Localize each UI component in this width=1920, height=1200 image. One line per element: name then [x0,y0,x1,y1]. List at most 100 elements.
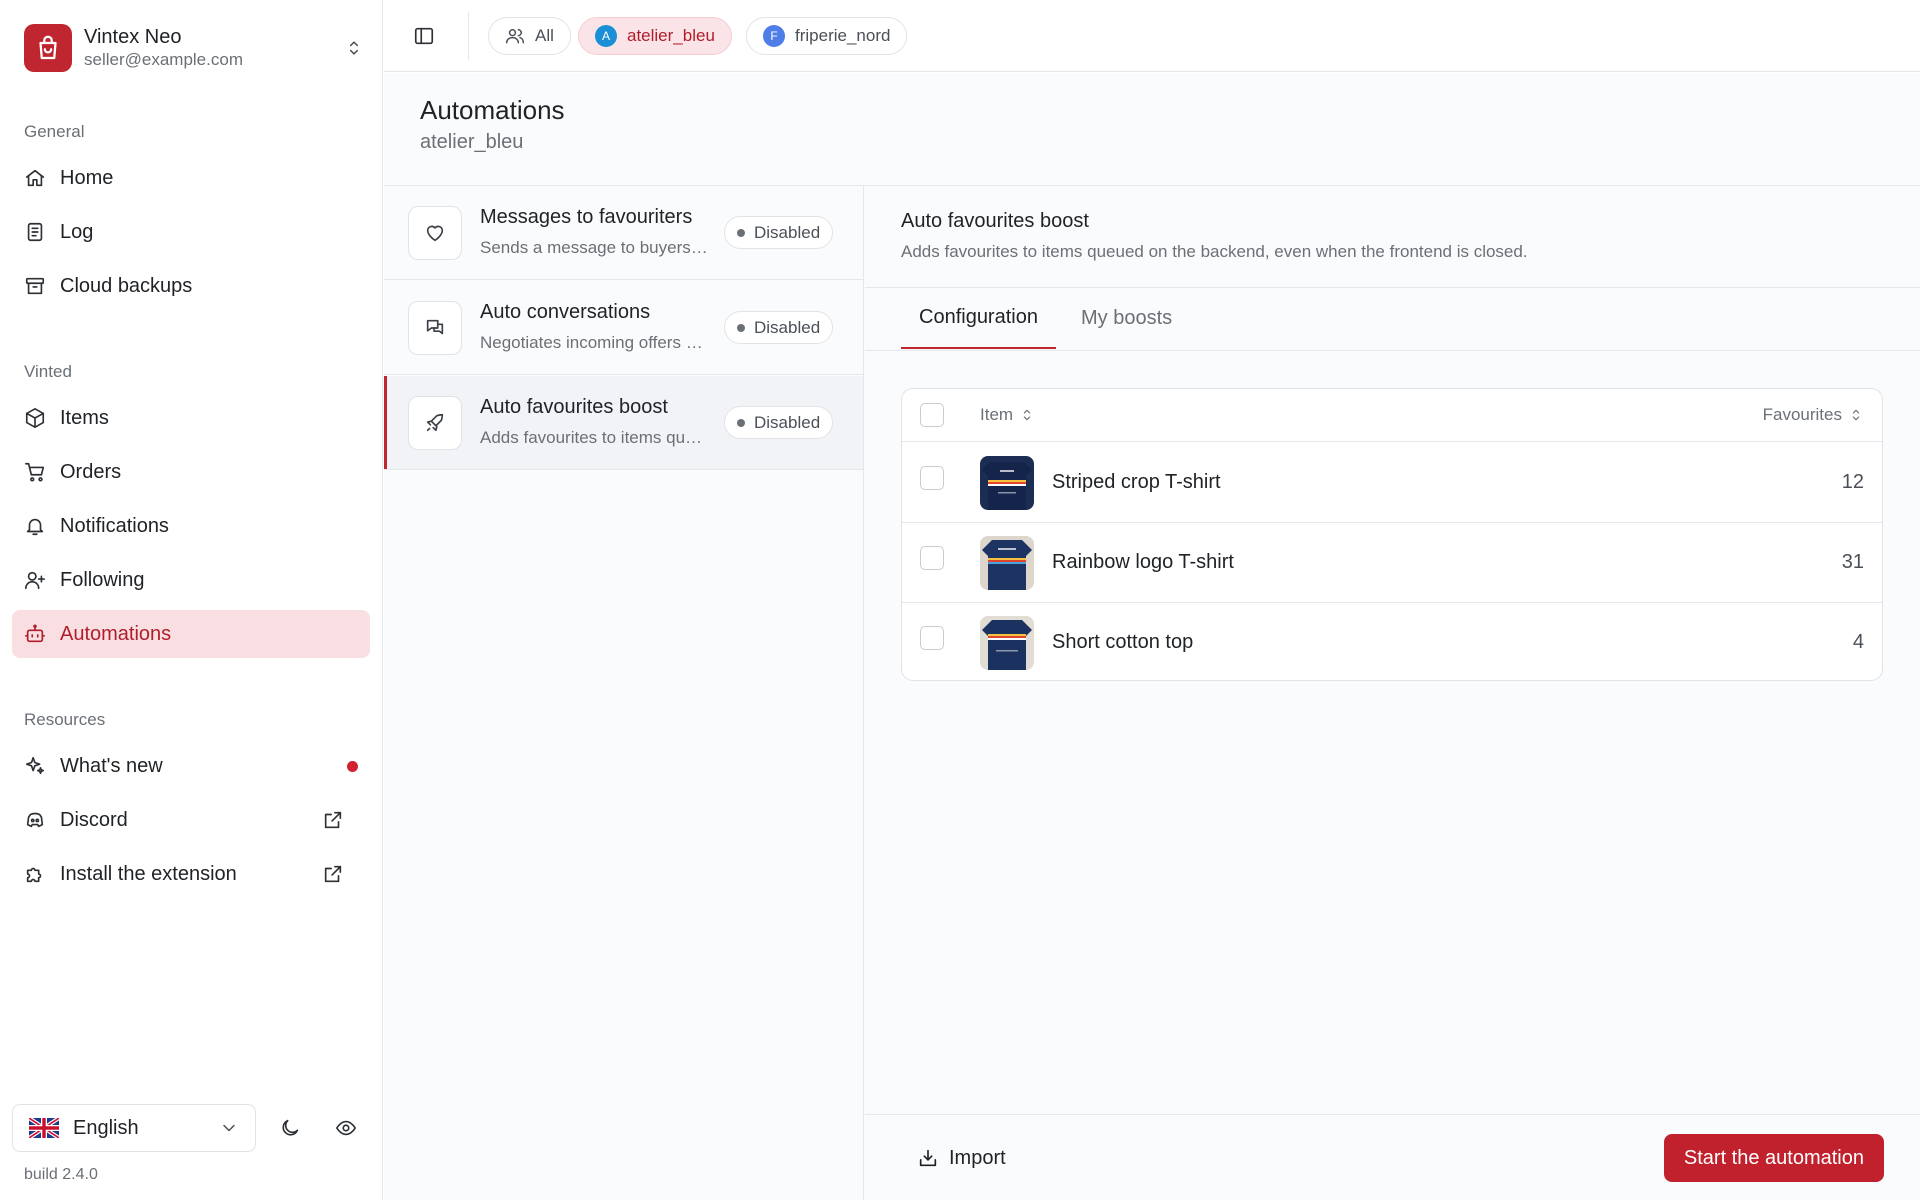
automation-desc: Sends a message to buyers who favourite … [480,238,708,257]
sidebar-item-label: Discord [60,808,128,831]
sidebar-item-label: Cloud backups [60,274,193,297]
column-header-item[interactable]: Item [980,405,1035,425]
bell-icon [24,515,60,537]
tab-configuration[interactable]: Configuration [901,288,1056,349]
puzzle-icon [24,863,60,885]
account-chip-all[interactable]: All [488,17,571,55]
divider [468,12,469,60]
table-row[interactable]: Short cotton top 4 [902,603,1882,680]
sort-icon [1013,407,1035,423]
tab-my-boosts[interactable]: My boosts [1063,288,1190,349]
sidebar-item-orders[interactable]: Orders [12,448,370,496]
external-link-icon [322,809,358,831]
sidebar-item-install-extension[interactable]: Install the extension [12,850,370,898]
main-content: Automations atelier_bleu Messages to fav… [384,73,1920,1200]
section-label-vinted: Vinted [24,362,72,381]
automation-title: Auto conversations [480,301,651,323]
bot-icon [24,623,60,645]
sort-icon [1842,407,1864,423]
avatar: F [763,25,785,47]
sidebar-item-label: Orders [60,460,122,483]
account-name: Vintex Neo [84,26,182,48]
chip-label: atelier_bleu [627,26,715,45]
account-chip-friperie-nord[interactable]: F friperie_nord [746,17,908,55]
automation-title: Messages to favouriters [480,206,693,228]
chat-icon [408,301,462,355]
import-icon [917,1147,949,1169]
sidebar-item-cloud-backups[interactable]: Cloud backups [12,262,370,310]
sidebar-item-label: Log [60,220,94,243]
eye-icon [335,1117,357,1139]
discord-icon [24,809,60,831]
item-thumbnail [980,536,1034,590]
sidebar-item-following[interactable]: Following [12,556,370,604]
sidebar: Vintex Neo seller@example.com General Ho… [0,0,383,1200]
sidebar-item-label: What's new [60,754,163,777]
users-icon [505,26,525,46]
automation-title: Auto favourites boost [480,396,668,418]
automation-desc: Negotiates incoming offers automatically [480,333,708,352]
import-label: Import [949,1146,1006,1169]
automation-item-auto-conversations[interactable]: Auto conversations Negotiates incoming o… [384,281,863,375]
detail-description: Adds favourites to items queued on the b… [901,242,1528,261]
row-checkbox[interactable] [920,626,944,650]
column-header-favourites[interactable]: Favourites [1763,405,1864,425]
boost-items-table: Item Favourites Striped crop T-shirt 12 [901,388,1883,681]
sidebar-item-label: Items [60,406,109,429]
automation-item-auto-favourites-boost[interactable]: Auto favourites boost Adds favourites to… [384,376,863,470]
language-label: English [73,1116,139,1139]
account-email: seller@example.com [84,50,243,69]
account-chip-atelier-bleu[interactable]: A atelier_bleu [578,17,732,55]
item-favourites: 4 [1852,631,1864,653]
panel-left-icon [413,25,435,47]
detail-footer: Import Start the automation [865,1114,1920,1200]
sidebar-item-automations[interactable]: Automations [12,610,370,658]
item-thumbnail [980,616,1034,670]
external-link-icon [322,863,358,885]
sidebar-item-home[interactable]: Home [12,154,370,202]
divider [865,350,1920,351]
account-switcher[interactable]: Vintex Neo seller@example.com [24,22,364,74]
sidebar-item-label: Automations [60,622,172,645]
start-automation-button[interactable]: Start the automation [1663,1134,1884,1182]
heart-icon [408,206,462,260]
archive-icon [24,275,60,297]
item-favourites: 31 [1841,551,1864,573]
log-icon [24,221,60,243]
automation-item-messages-to-favouriters[interactable]: Messages to favouriters Sends a message … [384,186,863,280]
table-row[interactable]: Striped crop T-shirt 12 [902,443,1882,523]
table-header: Item Favourites [902,389,1882,442]
table-row[interactable]: Rainbow logo T-shirt 31 [902,523,1882,603]
item-name: Rainbow logo T-shirt [1052,551,1234,573]
chevron-down-icon [219,1118,239,1138]
automation-detail: Auto favourites boost Adds favourites to… [865,186,1920,1200]
page-title: Automations [420,95,565,125]
import-button[interactable]: Import [901,1135,1022,1181]
sidebar-item-log[interactable]: Log [12,208,370,256]
page-subtitle: atelier_bleu [420,131,524,153]
avatar: A [595,25,617,47]
sidebar-item-notifications[interactable]: Notifications [12,502,370,550]
status-badge: Disabled [724,216,834,249]
chip-label: All [535,26,554,45]
status-badge: Disabled [724,311,834,344]
language-select[interactable]: English [12,1104,256,1152]
row-checkbox[interactable] [920,466,944,490]
uk-flag-icon [29,1118,73,1138]
dark-mode-toggle[interactable] [270,1108,310,1148]
cart-icon [24,461,60,483]
chevrons-up-down-icon [344,38,364,58]
detail-title: Auto favourites boost [901,210,1089,232]
sidebar-item-whats-new[interactable]: What's new [12,742,370,790]
sidebar-toggle-button[interactable] [404,16,444,56]
automation-list: Messages to favouriters Sends a message … [384,186,864,1200]
select-all-checkbox[interactable] [920,403,944,427]
sidebar-item-discord[interactable]: Discord [12,796,370,844]
visibility-toggle[interactable] [326,1108,366,1148]
sidebar-item-items[interactable]: Items [12,394,370,442]
sidebar-item-label: Home [60,166,114,189]
shopping-bag-icon [24,24,72,72]
new-indicator-dot [347,761,358,772]
status-badge: Disabled [724,406,834,439]
row-checkbox[interactable] [920,546,944,570]
